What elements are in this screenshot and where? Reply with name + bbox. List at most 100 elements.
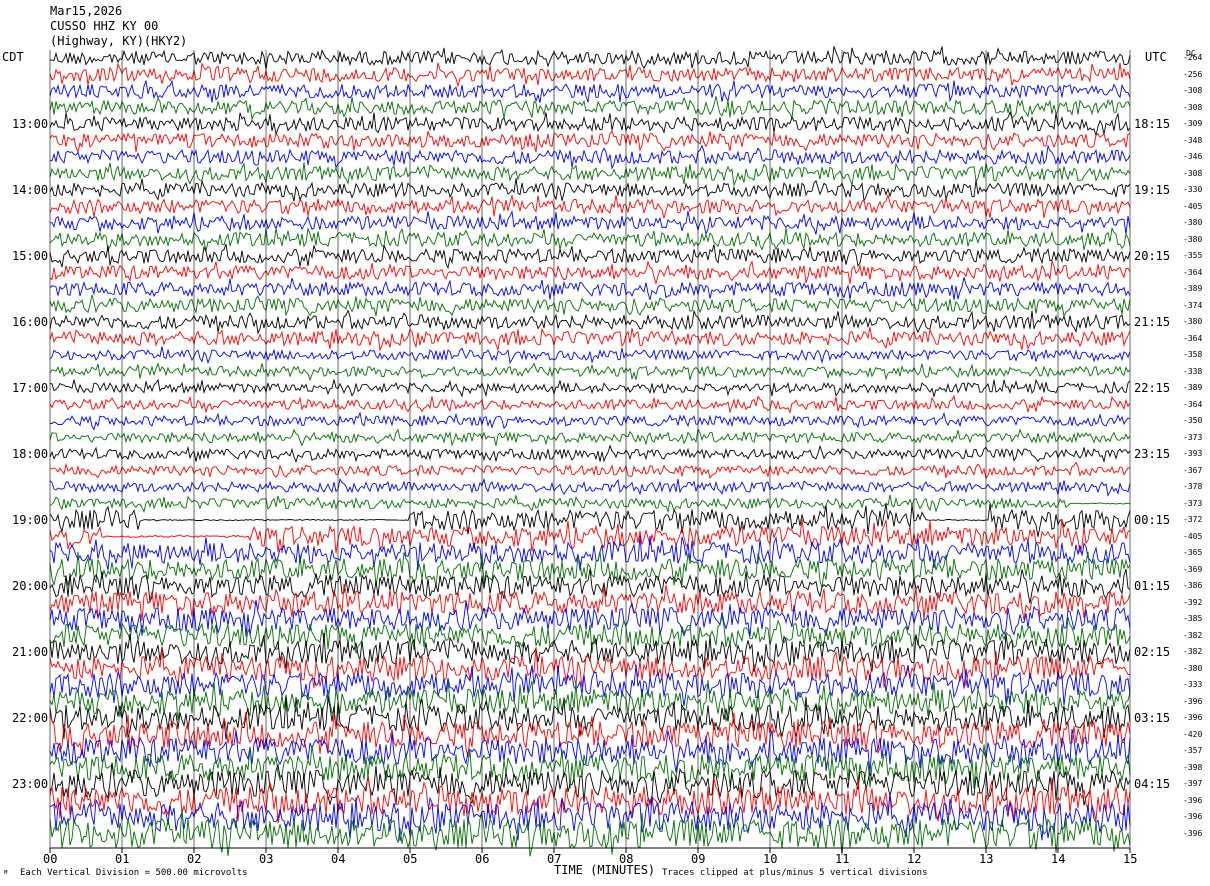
left-hour-label: 18:00 [12, 447, 49, 461]
x-tick-label: 01 [115, 852, 130, 866]
left-hour-label: 17:00 [12, 381, 49, 395]
right-hour-label: 00:15 [1134, 513, 1171, 527]
dc-offset-label: -373 [1183, 498, 1203, 508]
right-hour-label: 18:15 [1134, 117, 1171, 131]
clip-note: Traces clipped at plus/minus 5 vertical … [662, 868, 928, 878]
dc-offset-label: -264 [1183, 53, 1203, 62]
trace-row [49, 61, 1131, 88]
x-tick-label: 12 [907, 852, 922, 866]
header-date: Mar15,2026 [50, 4, 123, 18]
dc-offset-label: -392 [1183, 597, 1203, 607]
dc-offset-label: -397 [1183, 779, 1203, 788]
trace-row [49, 647, 1131, 689]
dc-offset-label: -382 [1183, 630, 1203, 640]
dc-offset-label: -330 [1183, 185, 1203, 194]
trace-row [49, 427, 1131, 447]
left-hour-label: 21:00 [12, 645, 49, 659]
trace-row [49, 477, 1131, 497]
dc-offset-label: -308 [1183, 102, 1203, 112]
trace-row [49, 226, 1131, 252]
trace-row [49, 110, 1131, 136]
dc-offset-label: -382 [1183, 647, 1203, 656]
trace-row [49, 162, 1131, 187]
trace-row [49, 309, 1131, 335]
dc-offset-label: -364 [1183, 399, 1203, 409]
trace-row [49, 243, 1131, 270]
trace-row [49, 178, 1131, 203]
dc-offset-label: -333 [1183, 680, 1203, 689]
trace-row [49, 535, 1131, 571]
dc-offset-label: -389 [1183, 284, 1203, 293]
trace-row [49, 494, 1131, 514]
header-location: (Highway, KY)(HKY2) [50, 34, 188, 48]
dc-offset-label: -405 [1183, 531, 1203, 541]
dc-offset-label: -405 [1183, 201, 1203, 211]
dc-offset-label: -398 [1183, 762, 1203, 772]
trace-row [49, 461, 1131, 480]
left-hour-label: 13:00 [12, 117, 49, 131]
dc-offset-label: -389 [1183, 383, 1203, 392]
left-hour-label: 23:00 [12, 777, 49, 791]
trace-row [49, 294, 1131, 318]
x-tick-label: 03 [259, 852, 274, 866]
dc-offset-label: -369 [1183, 564, 1203, 574]
dc-offset-label: -355 [1183, 251, 1203, 260]
trace-row [49, 362, 1131, 382]
x-tick-label: 02 [187, 852, 202, 866]
left-hour-label: 19:00 [12, 513, 49, 527]
trace-row [49, 209, 1131, 236]
trace-row [49, 46, 1131, 70]
dc-offset-label: -308 [1183, 86, 1203, 95]
dc-offset-label: -396 [1183, 713, 1203, 722]
right-hour-label: 04:15 [1134, 777, 1171, 791]
right-hour-label: 19:15 [1134, 183, 1171, 197]
corner-mark: ᴹ [3, 870, 9, 880]
header-station: CUSSO HHZ KY 00 [50, 19, 159, 33]
dc-offset-label: -396 [1183, 696, 1203, 706]
left-hour-label: 20:00 [12, 579, 49, 593]
dc-offset-label: -380 [1183, 218, 1203, 227]
right-hour-label: 23:15 [1134, 447, 1171, 461]
trace-row [49, 260, 1131, 286]
right-axis-title: UTC [1145, 50, 1167, 64]
helicorder-plot [49, 46, 1131, 857]
x-tick-label: 05 [403, 852, 418, 866]
dc-offset-label: -393 [1183, 449, 1203, 458]
trace-row [49, 144, 1131, 170]
right-hour-label: 02:15 [1134, 645, 1171, 659]
left-hour-label: 14:00 [12, 183, 49, 197]
trace-row [49, 327, 1131, 352]
left-hour-label: 15:00 [12, 249, 49, 263]
trace-row [49, 632, 1131, 672]
dc-offset-label: -380 [1183, 234, 1203, 244]
dc-offset-label: -380 [1183, 663, 1203, 673]
left-axis-title: CDT [2, 50, 24, 64]
dc-offset-label: -396 [1183, 812, 1203, 821]
dc-offset-label: -378 [1183, 482, 1203, 491]
dc-offset-label: -372 [1183, 515, 1203, 524]
scale-note: Each Vertical Division = 500.00 microvol… [20, 868, 248, 878]
trace-row [49, 519, 1131, 554]
x-tick-label: 10 [763, 852, 778, 866]
dc-offset-label: -373 [1183, 432, 1203, 442]
dc-offset-label: -385 [1183, 614, 1203, 623]
trace-row [49, 79, 1131, 103]
trace-row [49, 193, 1131, 219]
dc-offset-label: -367 [1183, 465, 1203, 475]
dc-offset-label: -386 [1183, 581, 1203, 590]
trace-row [49, 130, 1130, 154]
trace-row [50, 411, 1131, 431]
x-tick-label: 13 [979, 852, 994, 866]
right-hour-label: 22:15 [1134, 381, 1171, 395]
trace-row [49, 394, 1131, 414]
dc-offset-label: -357 [1183, 746, 1203, 755]
dc-offset-label: -396 [1183, 795, 1203, 805]
dc-offset-label: -364 [1183, 333, 1203, 343]
dc-offset-label: -396 [1183, 828, 1203, 838]
x-axis-label: TIME (MINUTES) [554, 863, 656, 877]
trace-row [49, 378, 1131, 398]
right-hour-label: 03:15 [1134, 711, 1171, 725]
trace-row [49, 277, 1131, 301]
trace-row [49, 346, 1131, 365]
x-tick-label: 14 [1051, 852, 1066, 866]
